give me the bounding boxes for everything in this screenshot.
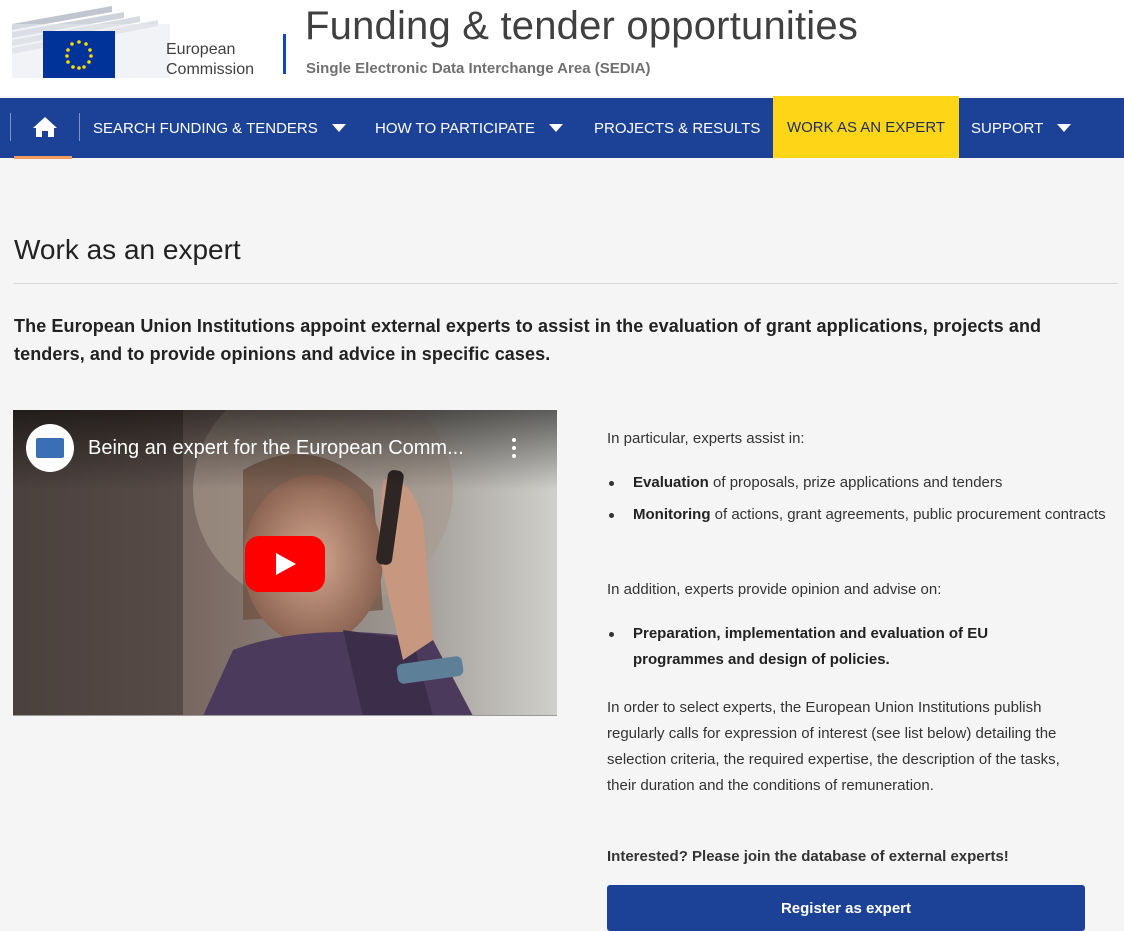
list-item-bold: Preparation, implementation and evaluati… (633, 625, 989, 668)
list-item-bold: Evaluation (633, 474, 709, 491)
commission-wordmark: European Commission (166, 40, 254, 80)
header-divider (283, 34, 286, 74)
european-commission-logo[interactable] (12, 6, 170, 78)
list-item: Monitoring of actions, grant agreements,… (607, 502, 1117, 528)
nav-separator (79, 113, 80, 141)
nav-item-label: SUPPORT (971, 119, 1044, 137)
list-item: Evaluation of proposals, prize applicati… (607, 470, 1117, 496)
lead-paragraph: The European Union Institutions appoint … (14, 316, 1042, 364)
register-as-expert-button[interactable]: Register as expert (607, 885, 1085, 931)
site-header: European Commission Funding & tender opp… (0, 0, 1124, 96)
bullet-icon (609, 481, 614, 486)
nav-item-how-to-participate[interactable]: HOW TO PARTICIPATE (375, 98, 580, 158)
nav-item-work-as-expert[interactable]: WORK AS AN EXPERT (773, 96, 959, 158)
chevron-down-icon (1057, 124, 1072, 132)
list-item-text: of proposals, prize applications and ten… (708, 474, 1003, 491)
video-player[interactable]: Being an expert for the European Comm... (13, 410, 557, 716)
logo-line2: Commission (166, 61, 255, 78)
title-divider (14, 283, 1118, 284)
main-navigation: SEARCH FUNDING & TENDERS HOW TO PARTICIP… (0, 96, 1124, 158)
nav-item-label: SEARCH FUNDING & TENDERS (93, 119, 318, 137)
assist-intro: In particular, experts assist in: (607, 430, 805, 447)
logo-line1: European (166, 41, 236, 58)
nav-item-label: HOW TO PARTICIPATE (375, 119, 536, 137)
channel-logo-icon (36, 438, 64, 458)
chevron-down-icon (549, 124, 564, 132)
channel-avatar[interactable] (26, 424, 74, 472)
youtube-play-icon[interactable] (245, 536, 325, 592)
bullet-icon (609, 632, 614, 637)
nav-item-projects-results[interactable]: PROJECTS & RESULTS (594, 98, 770, 158)
home-active-indicator (14, 156, 72, 159)
nav-separator (10, 113, 11, 141)
list-item: Preparation, implementation and evaluati… (607, 621, 1047, 673)
nav-item-support[interactable]: SUPPORT (971, 98, 1081, 158)
video-divider (13, 715, 557, 716)
page-title: Work as an expert (14, 234, 241, 265)
site-subtitle: Single Electronic Data Interchange Area … (306, 60, 651, 77)
nav-item-label: PROJECTS & RESULTS (594, 119, 761, 137)
home-icon[interactable] (30, 112, 60, 142)
nav-item-label: WORK AS AN EXPERT (786, 118, 946, 136)
nav-item-search-funding[interactable]: SEARCH FUNDING & TENDERS (93, 98, 363, 158)
more-options-icon[interactable] (508, 438, 520, 462)
selection-paragraph: In order to select experts, the European… (607, 699, 1060, 794)
chevron-down-icon (331, 124, 346, 132)
assist-list: Evaluation of proposals, prize applicati… (607, 470, 1117, 528)
addition-intro: In addition, experts provide opinion and… (607, 581, 942, 598)
video-title[interactable]: Being an expert for the European Comm... (88, 437, 464, 460)
advise-list: Preparation, implementation and evaluati… (607, 621, 1047, 673)
site-title[interactable]: Funding & tender opportunities (305, 4, 858, 49)
cta-text: Interested? Please join the database of … (607, 848, 1009, 865)
list-item-bold: Monitoring (633, 506, 711, 523)
bullet-icon (609, 513, 614, 518)
commission-logo-graphic (12, 6, 170, 78)
list-item-text: of actions, grant agreements, public pro… (710, 506, 1106, 523)
